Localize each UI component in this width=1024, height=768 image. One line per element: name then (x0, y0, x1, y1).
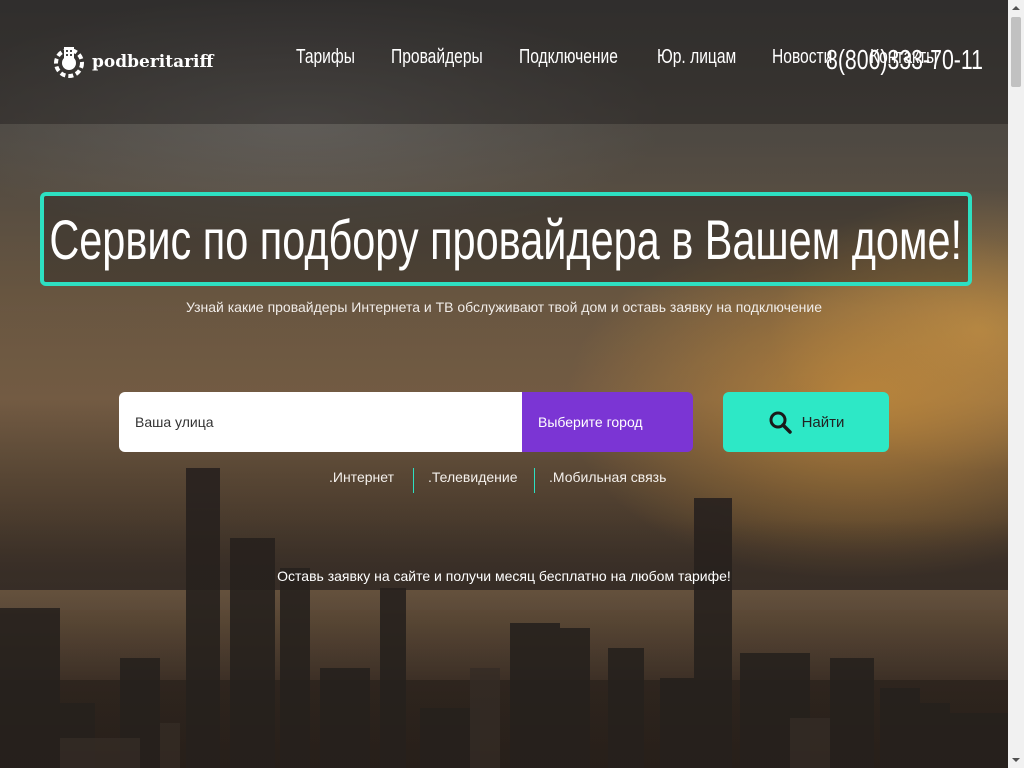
nav-item-news[interactable]: Новости (772, 46, 832, 69)
site-header: podberitariff Тарифы Провайдеры Подключе… (0, 0, 1008, 124)
street-input[interactable] (119, 392, 522, 452)
nav-item-connection[interactable]: Подключение (519, 46, 618, 69)
search-icon (769, 411, 792, 434)
nav-item-business[interactable]: Юр. лицам (657, 46, 736, 69)
promo-text: Оставь заявку на сайте и получи месяц бе… (277, 568, 731, 584)
brand-name: podberitariff (92, 52, 214, 72)
logo-link[interactable]: podberitariff (50, 42, 213, 82)
service-divider (413, 468, 414, 493)
service-mobile[interactable]: .Мобильная связь (549, 466, 666, 494)
service-tv[interactable]: .Телевидение (428, 466, 517, 494)
nav-item-tariffs[interactable]: Тарифы (296, 46, 355, 69)
phone-number[interactable]: 8(800)333-70-11 (826, 44, 983, 76)
page-title: Сервис по подбору провайдера в Вашем дом… (49, 207, 963, 271)
scrollbar-thumb[interactable] (1011, 17, 1021, 87)
service-divider (534, 468, 535, 493)
scroll-down-arrow-icon[interactable] (1008, 752, 1024, 768)
page-scrollbar[interactable] (1008, 0, 1024, 768)
nav-item-providers[interactable]: Провайдеры (391, 46, 483, 69)
hero-subtitle: Узнай какие провайдеры Интернета и ТВ об… (185, 299, 823, 315)
hero-title-box: Сервис по подбору провайдера в Вашем дом… (40, 192, 972, 286)
scroll-up-arrow-icon[interactable] (1008, 0, 1024, 16)
logo-icon (54, 47, 84, 78)
find-button-label: Найти (801, 413, 845, 431)
city-select[interactable]: Выберите город (522, 392, 693, 452)
service-internet[interactable]: .Интернет (329, 466, 394, 494)
find-button[interactable]: Найти (723, 392, 889, 452)
city-select-label: Выберите город (538, 414, 643, 430)
